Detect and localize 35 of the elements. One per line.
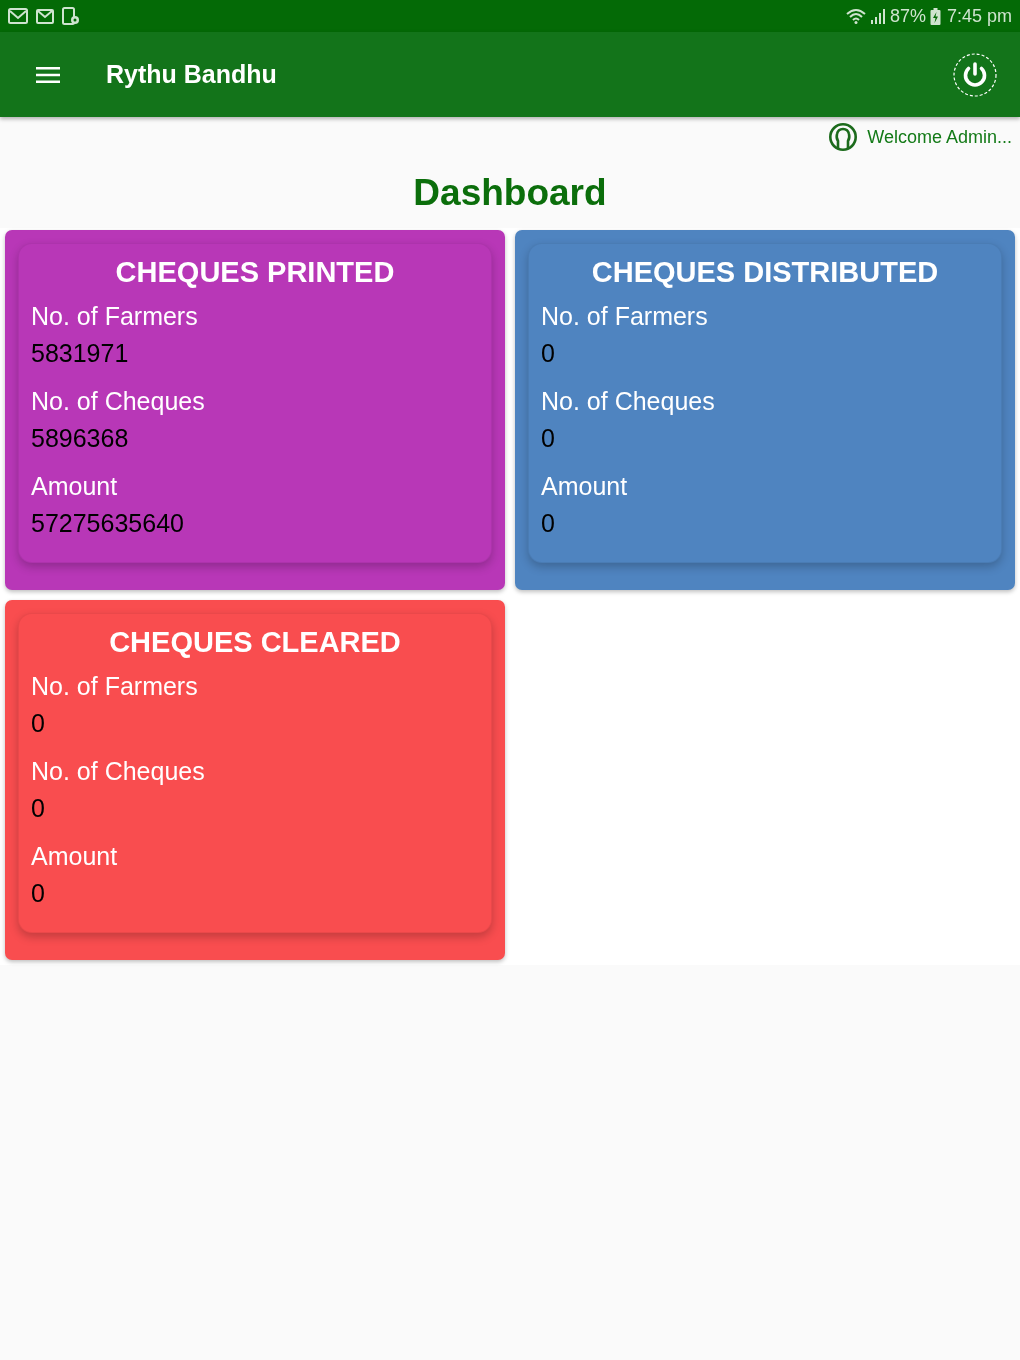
welcome-text: Welcome Admin... <box>867 126 1012 148</box>
power-icon[interactable] <box>953 52 997 97</box>
field-value: 0 <box>541 423 556 454</box>
field-label: No. of Farmers <box>31 671 199 702</box>
field-label: No. of Farmers <box>31 301 199 332</box>
user-icon <box>829 123 858 151</box>
card-title: CHEQUES DISTRIBUTED <box>590 255 940 290</box>
field-value: 57275635640 <box>31 508 185 539</box>
field-label: No. of Farmers <box>541 301 709 332</box>
field-label: Amount <box>541 471 629 502</box>
field-value: 5831971 <box>31 338 130 369</box>
field-label: Amount <box>31 471 119 502</box>
field-label: Amount <box>31 841 119 872</box>
clock-time: 7:45 pm <box>946 5 1012 27</box>
field-value: 0 <box>31 878 46 909</box>
signal-icon <box>869 8 886 24</box>
wifi-icon <box>845 8 866 24</box>
battery-percentage: 87% <box>889 5 926 27</box>
field-label: No. of Cheques <box>31 386 206 417</box>
envelope-icon <box>36 8 54 24</box>
field-label: No. of Cheques <box>541 386 716 417</box>
field-label: No. of Cheques <box>31 756 206 787</box>
field-value: 0 <box>31 708 46 739</box>
field-value: 0 <box>541 508 556 539</box>
card-title: CHEQUES PRINTED <box>114 255 396 290</box>
page-title: Dashboard <box>413 171 607 214</box>
menu-icon[interactable] <box>36 65 60 84</box>
field-value: 0 <box>541 338 556 369</box>
envelope-icon <box>8 8 28 24</box>
tablet-icon <box>62 7 80 25</box>
app-title: Rythu Bandhu <box>106 60 277 89</box>
field-value: 5896368 <box>31 423 130 454</box>
field-value: 0 <box>31 793 46 824</box>
card-title: CHEQUES CLEARED <box>108 625 402 660</box>
battery-icon <box>929 7 941 25</box>
